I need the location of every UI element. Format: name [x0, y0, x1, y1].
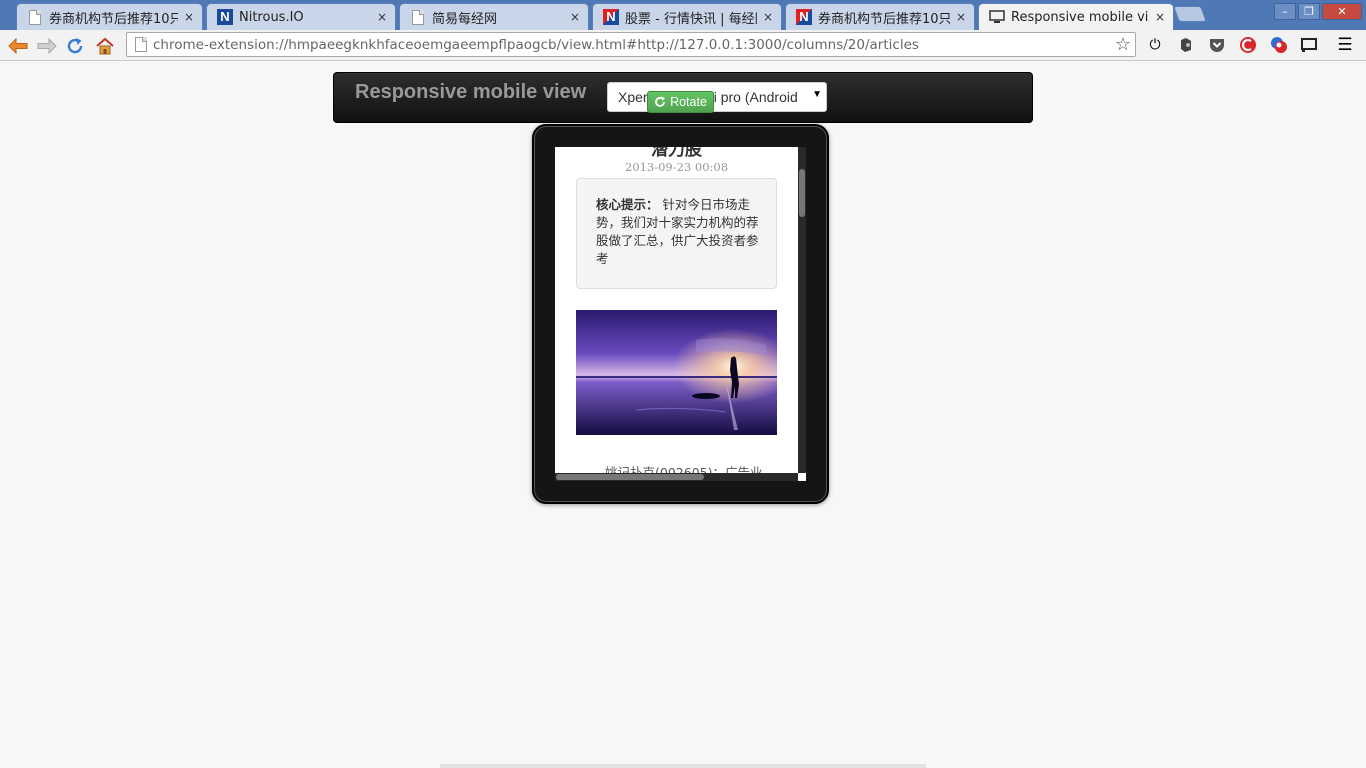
cast-red-icon[interactable]: [1239, 36, 1257, 54]
tab-1[interactable]: 券商机构节后推荐10只潜力股 ×: [16, 3, 203, 30]
translate-icon[interactable]: [1270, 36, 1288, 54]
tab-title: 简易每经网: [432, 11, 498, 27]
restore-icon[interactable]: ❐: [1298, 3, 1320, 20]
summary-label: 核心提示：: [596, 197, 659, 212]
tab-strip: 券商机构节后推荐10只潜力股 × N Nitrous.IO × 简易每经网 × …: [0, 0, 1366, 30]
tab-4[interactable]: N 股票 - 行情快讯 | 每经网 ×: [592, 3, 782, 30]
article-next-line: 姚记扑克(002605)：广告业: [605, 465, 763, 473]
close-icon[interactable]: ×: [761, 10, 775, 24]
responsive-view-icon: [989, 9, 1005, 25]
device-select[interactable]: Xperia X10 Mini pro (Android ▼: [607, 82, 827, 112]
reload-icon[interactable]: [63, 34, 87, 58]
new-tab-button[interactable]: [1173, 6, 1207, 22]
pocket-icon[interactable]: [1208, 36, 1226, 54]
refresh-icon: [655, 96, 666, 107]
summary-box: 核心提示： 针对今日市场走势，我们对十家实力机构的荐股做了汇总，供广大投资者参考: [576, 178, 777, 289]
nbd-icon: N: [603, 9, 619, 25]
minimize-icon[interactable]: –: [1274, 3, 1296, 20]
tab-title: Responsive mobile view: [1011, 9, 1149, 25]
close-window-icon[interactable]: ✕: [1322, 3, 1362, 20]
home-icon[interactable]: [93, 34, 117, 58]
app-brand: Responsive mobile view: [355, 81, 587, 103]
tab-3[interactable]: 简易每经网 ×: [399, 3, 589, 30]
window-controls: – ❐ ✕: [1274, 3, 1362, 20]
address-text: chrome-extension://hmpaeegknkhfaceoemgae…: [153, 37, 919, 53]
page-icon: [410, 9, 426, 25]
close-icon[interactable]: ×: [182, 10, 196, 24]
vertical-scrollbar[interactable]: [798, 147, 806, 473]
forward-icon[interactable]: [35, 34, 59, 58]
close-icon[interactable]: ×: [375, 10, 389, 24]
browser-toolbar: chrome-extension://hmpaeegknkhfaceoemgae…: [0, 30, 1366, 61]
rotate-label: Rotate: [670, 95, 707, 109]
article-title: 潜力股: [651, 147, 702, 160]
device-screen: 潜力股 2013-09-23 00:08 核心提示： 针对今日市场走势，我们对十…: [555, 147, 806, 481]
tab-6-active[interactable]: Responsive mobile view ×: [978, 3, 1174, 30]
tab-5[interactable]: N 券商机构节后推荐10只潜力股 ×: [785, 3, 975, 30]
close-icon[interactable]: ×: [954, 10, 968, 24]
back-icon[interactable]: [6, 34, 30, 58]
tab-title: 券商机构节后推荐10只潜力股: [49, 11, 178, 27]
horizontal-scrollbar[interactable]: [555, 473, 798, 481]
rotate-button[interactable]: Rotate: [647, 91, 714, 113]
article-image: [576, 310, 777, 435]
article-date: 2013-09-23 00:08: [624, 160, 729, 174]
bottom-divider: [440, 764, 926, 768]
tab-2[interactable]: N Nitrous.IO ×: [206, 3, 396, 30]
close-icon[interactable]: ×: [568, 10, 582, 24]
address-bar[interactable]: chrome-extension://hmpaeegknkhfaceoemgae…: [126, 32, 1136, 57]
cast-icon[interactable]: [1300, 36, 1318, 54]
nitrous-icon: N: [217, 9, 233, 25]
star-icon[interactable]: ☆: [1115, 34, 1131, 55]
mobile-viewport[interactable]: 潜力股 2013-09-23 00:08 核心提示： 针对今日市场走势，我们对十…: [555, 147, 798, 473]
nbd-icon: N: [796, 9, 812, 25]
tab-title: 券商机构节后推荐10只潜力股: [818, 11, 950, 27]
page-icon: [135, 37, 147, 56]
evernote-icon[interactable]: [1177, 36, 1195, 54]
tab-title: 股票 - 行情快讯 | 每经网: [625, 11, 757, 27]
power-icon[interactable]: ⏻: [1146, 36, 1164, 54]
tab-title: Nitrous.IO: [239, 9, 304, 25]
close-icon[interactable]: ×: [1153, 10, 1167, 24]
menu-icon[interactable]: ☰: [1336, 35, 1354, 55]
page-icon: [27, 9, 43, 25]
dropdown-arrow-icon: ▼: [812, 89, 822, 100]
